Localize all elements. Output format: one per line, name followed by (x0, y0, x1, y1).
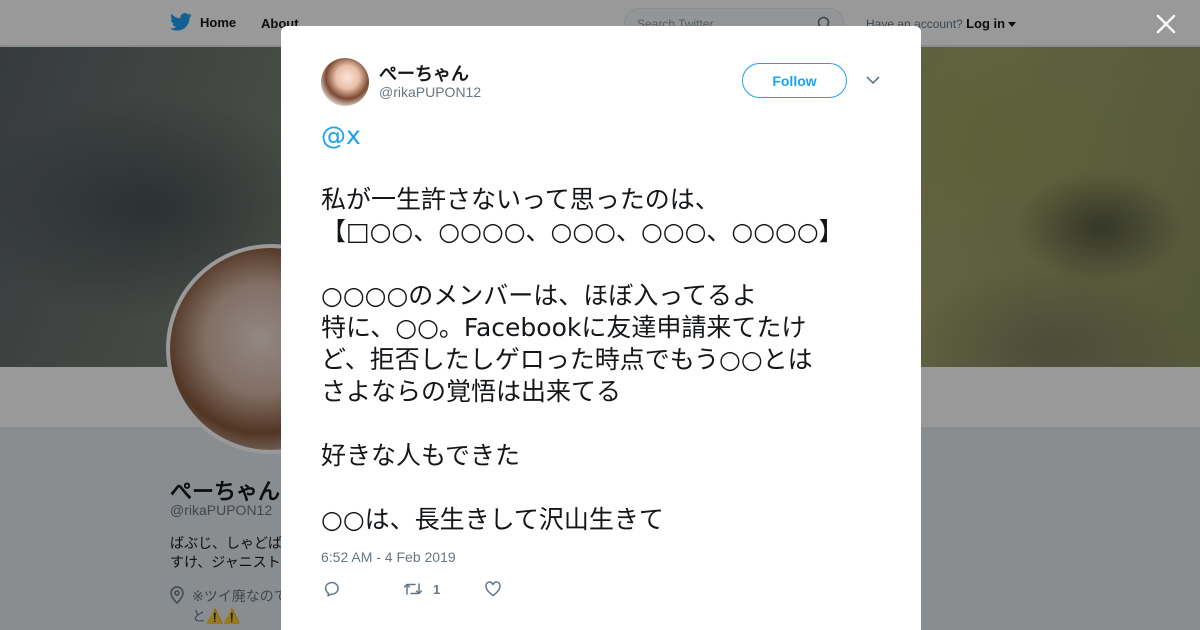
tweet-text-line (321, 248, 881, 280)
tweet-timestamp[interactable]: 6:52 AM - 4 Feb 2019 (321, 549, 456, 565)
tweet-text-line: 【□○○、○○○○、○○○、○○○、○○○○】 (321, 217, 844, 246)
tweet-text: @x 私が一生許さないって思ったのは、 【□○○、○○○○、○○○、○○○、○○… (321, 120, 881, 536)
tweet-text-line: さよならの覚悟は出来てる (321, 377, 622, 406)
tweet-text-line: ○○は、長生きして沢山生きて (321, 505, 664, 534)
reply-icon (324, 581, 339, 597)
tweet-mention-link[interactable]: @x (321, 120, 881, 152)
reply-button[interactable] (323, 580, 341, 598)
like-button[interactable] (484, 580, 502, 598)
retweet-icon (403, 583, 423, 595)
tweet-text-line (321, 152, 881, 184)
tweet-author-name[interactable]: ぺーちゃん (379, 60, 469, 86)
tweet-text-line: 私が一生許さないって思ったのは、 (321, 185, 720, 214)
heart-icon (485, 581, 501, 597)
chevron-down-icon[interactable] (866, 74, 880, 86)
tweet-text-line: ど、拒否したしゲロった時点でもう○○とは (321, 345, 813, 374)
tweet-modal: ぺーちゃん @rikaPUPON12 Follow @x 私が一生許さないって思… (281, 26, 921, 630)
tweet-text-line (321, 408, 881, 440)
tweet-text-line: ○○○○のメンバーは、ほぼ入ってるよ (321, 281, 758, 310)
tweet-text-line: 好きな人もできた (321, 441, 521, 470)
tweet-author-avatar[interactable] (321, 58, 369, 106)
tweet-text-line (321, 472, 881, 504)
close-icon[interactable] (1154, 12, 1178, 36)
tweet-author-handle[interactable]: @rikaPUPON12 (379, 84, 481, 100)
retweet-button[interactable]: 1 (403, 580, 440, 598)
retweet-count: 1 (433, 581, 441, 597)
tweet-text-line: 特に、○○。Facebookに友達申請来てたけ (321, 313, 807, 342)
follow-button[interactable]: Follow (742, 63, 847, 98)
